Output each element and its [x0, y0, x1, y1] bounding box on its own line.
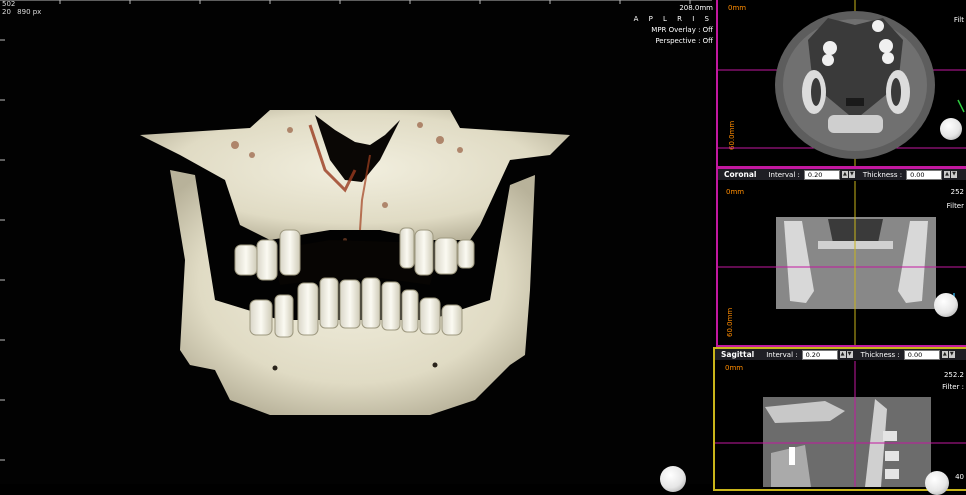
sagittal-thickness-label: Thickness : — [860, 350, 900, 359]
coronal-interval-label: Interval : — [768, 170, 800, 179]
sagittal-interval-up-icon[interactable]: ▲ — [839, 351, 846, 358]
sagittal-thickness-input[interactable]: 0.00 mm — [903, 349, 940, 367]
coronal-head-orientation-icon[interactable] — [934, 293, 958, 317]
sagittal-head-orientation-icon[interactable] — [925, 471, 949, 495]
left-ruler — [0, 39, 5, 461]
coronal-thickness-up-icon[interactable]: ▲ — [944, 171, 951, 178]
view-info: 208.0mm A P L R I S MPR Overlay : Off Pe… — [593, 3, 713, 47]
jaw-3d-model[interactable] — [130, 100, 580, 430]
mpr-overlay-status: MPR Overlay : Off — [651, 26, 713, 34]
corner-line-2: 20 — [2, 8, 11, 16]
coronal-slice-image[interactable] — [718, 181, 966, 345]
sagittal-slice-image[interactable] — [715, 361, 966, 487]
coronal-interval-down-icon[interactable]: ▼ — [848, 171, 855, 178]
sagittal-interval-down-icon[interactable]: ▼ — [846, 351, 853, 358]
axial-view-panel[interactable]: 0mm Filt 60.0mm — [716, 0, 966, 168]
orientation-mode: A P L R I S — [633, 15, 713, 23]
coronal-interval-input[interactable]: 0.20 mm — [803, 169, 840, 187]
sagittal-toolbar: Sagittal Interval : 0.20 mm ▲ ▼ Thicknes… — [715, 349, 966, 367]
axial-head-orientation-icon[interactable] — [940, 118, 962, 140]
coronal-thickness-input[interactable]: 0.00 mm — [906, 169, 943, 187]
sagittal-interval-label: Interval : — [766, 350, 798, 359]
sagittal-view-panel[interactable]: Sagittal Interval : 0.20 mm ▲ ▼ Thicknes… — [713, 347, 966, 495]
corner-line-3: 890 px — [17, 8, 42, 16]
dimension-readout: 208.0mm — [679, 4, 713, 12]
3d-render-view[interactable]: 502 20 890 px 208.0mm A P L R I S MPR Ov… — [0, 0, 713, 492]
sagittal-title: Sagittal — [721, 350, 755, 359]
perspective-status: Perspective : Off — [655, 37, 713, 45]
coronal-thickness-label: Thickness : — [862, 170, 903, 179]
sagittal-thickness-down-icon[interactable]: ▼ — [948, 351, 955, 358]
sagittal-thickness-up-icon[interactable]: ▲ — [941, 351, 948, 358]
orientation-sphere[interactable] — [660, 466, 686, 492]
axial-slice-image[interactable] — [718, 0, 966, 166]
coronal-interval-up-icon[interactable]: ▲ — [841, 171, 848, 178]
sagittal-interval-input[interactable]: 0.20 mm — [801, 349, 838, 367]
corner-line-1: 502 — [2, 0, 16, 8]
coronal-toolbar: Coronal Interval : 0.20 mm ▲ ▼ Thickness… — [718, 169, 966, 187]
coronal-view-panel[interactable]: Coronal Interval : 0.20 mm ▲ ▼ Thickness… — [716, 167, 966, 347]
corner-readout: 502 20 890 px — [2, 0, 41, 16]
coronal-title: Coronal — [724, 170, 757, 179]
coronal-thickness-down-icon[interactable]: ▼ — [951, 171, 958, 178]
